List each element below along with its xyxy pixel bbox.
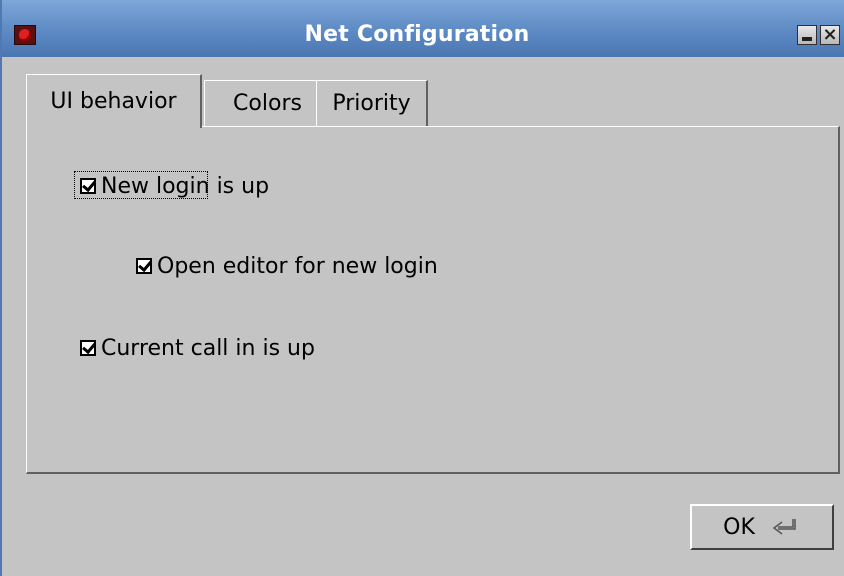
tab-colors[interactable]: Colors [204,80,332,126]
minimize-icon[interactable] [797,25,817,45]
tab-ui-behavior[interactable]: UI behavior [26,74,202,128]
enter-key-icon [769,516,801,538]
new-login-label[interactable]: New login is up [101,174,269,199]
checkmark-icon [82,339,96,355]
tab-priority[interactable]: Priority [316,80,428,126]
current-call-checkbox[interactable] [80,339,96,356]
ok-button[interactable]: OK [690,504,834,550]
close-icon[interactable]: × [820,25,840,45]
open-editor-option[interactable]: Open editor for new login [136,252,438,280]
title-bar[interactable]: Net Configuration × [2,0,844,57]
current-call-label[interactable]: Current call in is up [101,336,315,361]
checkmark-icon [138,257,152,273]
checkmark-icon [82,177,96,193]
net-configuration-window: Net Configuration × UI behavior Colors P… [0,0,844,576]
new-login-option[interactable]: New login is up [80,172,269,200]
open-editor-checkbox[interactable] [136,257,152,274]
new-login-checkbox[interactable] [80,177,96,194]
window-title: Net Configuration [304,22,530,47]
current-call-option[interactable]: Current call in is up [80,334,315,362]
open-editor-label[interactable]: Open editor for new login [157,254,438,279]
ok-label: OK [723,514,755,540]
